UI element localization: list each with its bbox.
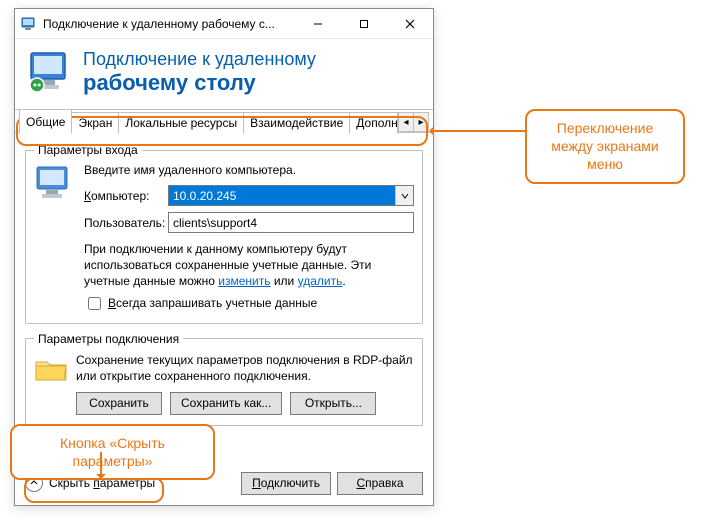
computer-label: Компьютер: [84, 189, 168, 203]
always-ask-row: Всегда запрашивать учетные данные [84, 294, 414, 313]
login-legend: Параметры входа [34, 143, 142, 157]
tab-advanced[interactable]: Дополни [350, 112, 398, 134]
login-fields: Введите имя удаленного компьютера. Компь… [84, 163, 414, 313]
tab-label: Локальные ресурсы [125, 116, 237, 130]
tab-local-resources[interactable]: Локальные ресурсы [119, 112, 244, 134]
tab-label: Экран [78, 116, 112, 130]
connection-group: Параметры подключения Сохранение текущих… [25, 332, 423, 426]
connection-buttons: Сохранить Сохранить как... Открыть... [76, 392, 414, 415]
connection-legend: Параметры подключения [34, 332, 183, 346]
login-prompt: Введите имя удаленного компьютера. [84, 163, 414, 177]
always-ask-label: Всегда запрашивать учетные данные [108, 296, 317, 310]
computer-combo[interactable] [168, 185, 414, 206]
window-controls [295, 9, 433, 38]
tab-scroll-left[interactable]: ◂ [398, 112, 414, 132]
minimize-button[interactable] [295, 9, 341, 38]
tab-label: Взаимодействие [250, 116, 343, 130]
dialog-title-block: Подключение к удаленному рабочему столу [83, 49, 316, 95]
tab-general[interactable]: Общие [19, 109, 72, 134]
close-button[interactable] [387, 9, 433, 38]
connection-text: Сохранение текущих параметров подключени… [76, 352, 414, 384]
user-input[interactable] [168, 212, 414, 233]
tab-bar: Общие Экран Локальные ресурсы Взаимодейс… [15, 109, 433, 133]
tab-display[interactable]: Экран [72, 112, 119, 134]
link-delete[interactable]: удалить [298, 274, 343, 288]
titlebar: Подключение к удаленному рабочему с... [15, 9, 433, 39]
tab-label: Общие [26, 115, 65, 129]
user-label: Пользователь: [84, 216, 168, 230]
dialog-title-line1: Подключение к удаленному [83, 49, 316, 71]
user-row: Пользователь: [84, 212, 414, 233]
login-group: Параметры входа Введите имя удаленного к… [25, 143, 423, 324]
tab-label: Дополни [356, 116, 398, 130]
dialog-title-line2: рабочему столу [83, 71, 316, 95]
help-button[interactable]: Справка [337, 472, 423, 495]
rdp-icon [21, 16, 37, 32]
callout-tabs: Переключение между экранами меню [525, 109, 685, 184]
computer-input[interactable] [169, 186, 395, 205]
maximize-button[interactable] [341, 9, 387, 38]
window-title: Подключение к удаленному рабочему с... [43, 17, 295, 31]
arrow-to-tabs [432, 130, 525, 132]
notice-dot: . [342, 274, 345, 288]
credentials-notice: При подключении к данному компьютеру буд… [84, 241, 414, 290]
folder-icon [34, 356, 68, 384]
arrow-to-hide [100, 452, 102, 476]
dialog-header: Подключение к удаленному рабочему столу [15, 39, 433, 109]
chevron-down-icon[interactable] [395, 186, 413, 205]
notice-or: или [271, 274, 298, 288]
link-change[interactable]: изменить [218, 274, 270, 288]
computer-row: Компьютер: [84, 185, 414, 206]
tab-experience[interactable]: Взаимодействие [244, 112, 350, 134]
open-button[interactable]: Открыть... [290, 392, 376, 415]
save-as-button[interactable]: Сохранить как... [170, 392, 282, 415]
computer-icon [34, 163, 76, 205]
callout-hide-params: Кнопка «Скрыть параметры» [10, 424, 215, 480]
always-ask-checkbox[interactable] [88, 297, 101, 310]
tab-panel-general: Параметры входа Введите имя удаленного к… [15, 133, 433, 444]
rdp-large-icon [27, 49, 73, 95]
save-button[interactable]: Сохранить [76, 392, 162, 415]
connect-button[interactable]: Подключить [241, 472, 331, 495]
